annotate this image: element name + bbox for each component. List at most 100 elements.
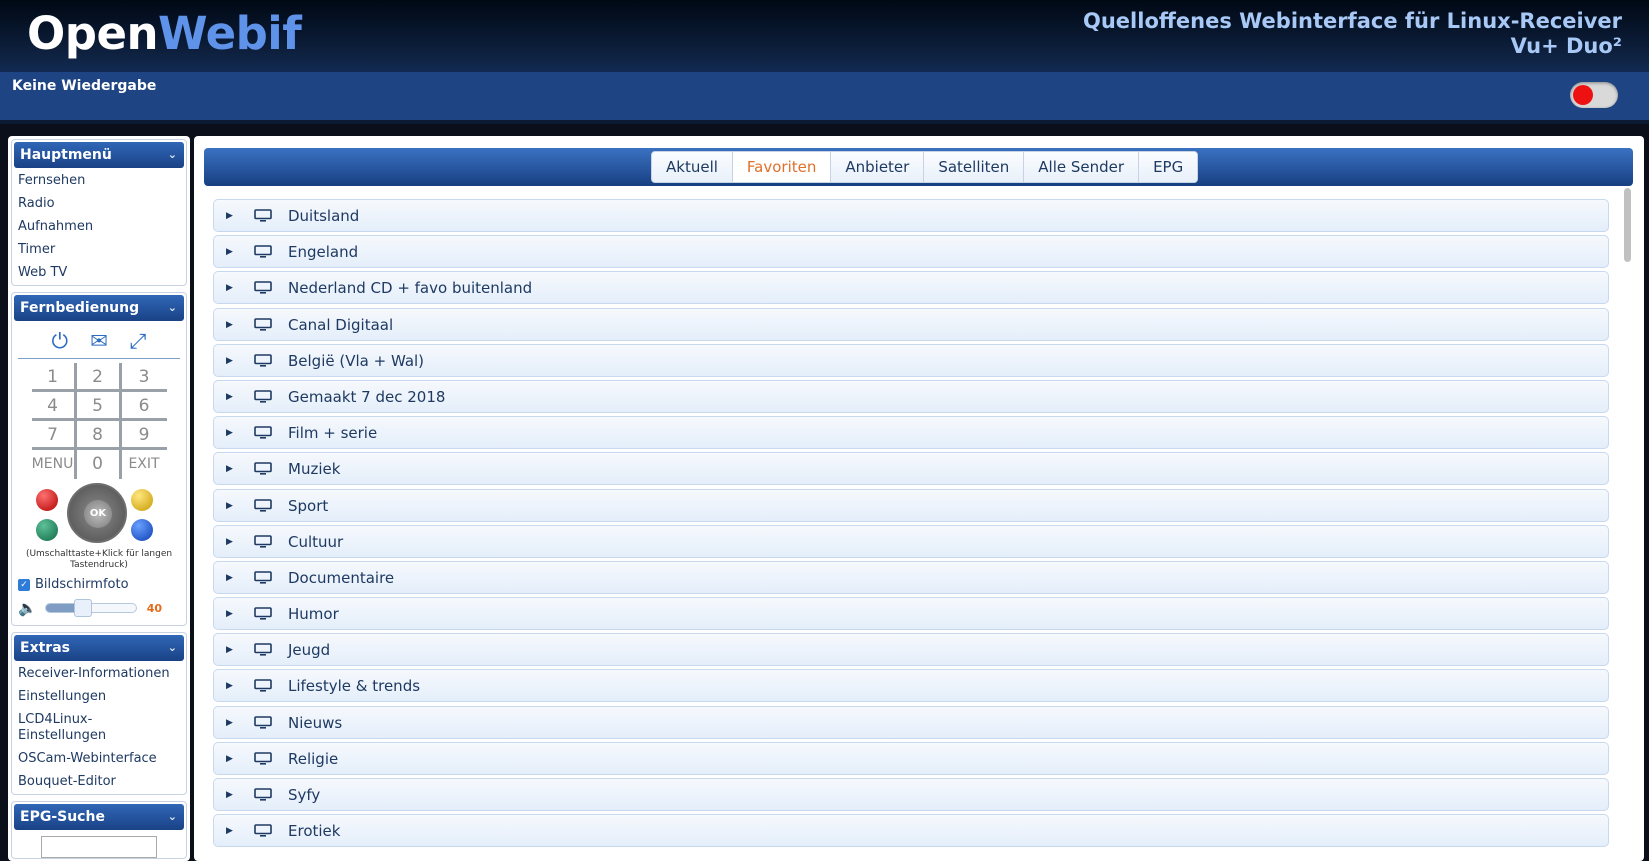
volume-thumb[interactable]: [73, 599, 92, 617]
direction-pad[interactable]: OK: [67, 483, 127, 543]
bouquet-row[interactable]: ▶ Gemaakt 7 dec 2018: [213, 379, 1609, 414]
expand-arrow-icon[interactable]: ▶: [226, 743, 233, 776]
power-toggle[interactable]: [1570, 82, 1618, 108]
expand-arrow-icon[interactable]: ▶: [226, 345, 233, 378]
key-8[interactable]: 8: [76, 421, 122, 450]
openwebif-logo[interactable]: OpenWebif: [27, 6, 302, 62]
key-1[interactable]: 1: [31, 363, 77, 392]
blue-button[interactable]: [131, 519, 153, 541]
bouquet-row[interactable]: ▶ Nederland CD + favo buitenland: [213, 271, 1609, 305]
volume-slider[interactable]: [44, 599, 137, 617]
key-menu[interactable]: MENU: [32, 450, 77, 479]
expand-arrow-icon[interactable]: ▶: [226, 779, 233, 812]
extras-item-lcd4linux[interactable]: LCD4Linux-Einstellungen: [12, 709, 186, 748]
bouquet-row[interactable]: ▶ Syfy: [213, 778, 1609, 811]
tv-icon: [254, 317, 272, 331]
ok-button[interactable]: OK: [84, 500, 112, 528]
expand-arrow-icon[interactable]: ▶: [226, 309, 233, 342]
expand-arrow-icon[interactable]: ▶: [226, 272, 233, 305]
tab-anbieter[interactable]: Anbieter: [831, 152, 925, 182]
epg-search-input[interactable]: [41, 836, 157, 858]
expand-arrow-icon[interactable]: ▶: [226, 526, 233, 559]
menu-item-tv[interactable]: Fernsehen: [12, 170, 186, 193]
power-icon[interactable]: ⏻: [51, 329, 68, 354]
expand-arrow-icon[interactable]: ▶: [226, 707, 233, 740]
expand-arrow-icon[interactable]: ▶: [226, 815, 233, 848]
expand-arrow-icon[interactable]: ▶: [226, 562, 233, 595]
tab-alle-sender[interactable]: Alle Sender: [1024, 152, 1140, 182]
key-6[interactable]: 6: [121, 392, 167, 421]
menu-item-recordings[interactable]: Aufnahmen: [12, 216, 186, 239]
extras-header[interactable]: Extras ⌄: [14, 635, 184, 661]
bouquet-row[interactable]: ▶ Nieuws: [213, 705, 1609, 740]
expand-arrow-icon[interactable]: ▶: [226, 200, 233, 233]
volume-value: 40: [146, 601, 162, 615]
screenshot-option[interactable]: ✓ Bildschirmfoto: [12, 571, 186, 595]
expand-arrow-icon[interactable]: ▶: [226, 634, 233, 667]
bouquet-row[interactable]: ▶ Documentaire: [213, 560, 1609, 595]
tab-favoriten[interactable]: Favoriten: [732, 152, 832, 182]
bouquet-label: Religie: [288, 749, 339, 768]
red-button[interactable]: [36, 489, 58, 511]
scrollbar[interactable]: [1621, 188, 1633, 851]
bouquet-row[interactable]: ▶ Cultuur: [213, 524, 1609, 559]
expand-arrow-icon[interactable]: ▶: [226, 236, 233, 269]
key-9[interactable]: 9: [121, 421, 167, 450]
bouquet-row[interactable]: ▶ Humor: [213, 597, 1609, 631]
bouquet-row[interactable]: ▶ Canal Digitaal: [213, 307, 1609, 342]
key-0[interactable]: 0: [77, 450, 122, 479]
bouquet-label: Engeland: [288, 243, 359, 262]
key-2[interactable]: 2: [76, 363, 122, 392]
message-icon[interactable]: ✉: [90, 329, 108, 354]
bouquet-row[interactable]: ▶ Sport: [213, 488, 1609, 523]
expand-arrow-icon[interactable]: ▶: [226, 417, 233, 450]
tv-icon: [254, 281, 272, 294]
epg-search-header[interactable]: EPG-Suche ⌄: [14, 804, 184, 830]
bouquet-row[interactable]: ▶ Duitsland: [213, 199, 1609, 232]
bouquet-row[interactable]: ▶ Lifestyle & trends: [213, 669, 1609, 703]
key-3[interactable]: 3: [121, 363, 167, 392]
expand-arrow-icon[interactable]: ▶: [226, 490, 233, 523]
bouquet-row[interactable]: ▶ Engeland: [213, 235, 1609, 269]
tv-icon: [254, 607, 272, 620]
bouquet-row[interactable]: ▶ Muziek: [213, 452, 1609, 486]
key-7[interactable]: 7: [31, 421, 77, 450]
key-5[interactable]: 5: [76, 392, 122, 421]
bouquet-row[interactable]: ▶ Film + serie: [213, 416, 1609, 450]
menu-item-webtv[interactable]: Web TV: [12, 262, 186, 285]
extras-item-bouquet-editor[interactable]: Bouquet-Editor: [12, 771, 186, 794]
tv-icon: [254, 353, 272, 367]
green-button[interactable]: [36, 519, 58, 541]
speaker-icon[interactable]: 🔈: [18, 599, 37, 617]
bouquet-row[interactable]: ▶ Jeugd: [213, 633, 1609, 667]
scrollbar-thumb[interactable]: [1624, 188, 1631, 262]
expand-arrow-icon[interactable]: ▶: [226, 598, 233, 631]
remote-header[interactable]: Fernbedienung ⌄: [14, 295, 184, 321]
expand-arrow-icon[interactable]: ▶: [226, 381, 233, 414]
tv-icon: [254, 788, 272, 801]
menu-item-timer[interactable]: Timer: [12, 239, 186, 262]
main-menu-header[interactable]: Hauptmenü ⌄: [14, 142, 184, 168]
bouquet-row[interactable]: ▶ Religie: [213, 741, 1609, 776]
tab-epg[interactable]: EPG: [1139, 152, 1198, 182]
yellow-button[interactable]: [131, 489, 153, 511]
menu-item-radio[interactable]: Radio: [12, 193, 186, 216]
expand-icon[interactable]: ⤢: [130, 329, 147, 354]
bouquet-row[interactable]: ▶ België (Vla + Wal): [213, 343, 1609, 378]
tab-satelliten[interactable]: Satelliten: [924, 152, 1025, 182]
extras-item-settings[interactable]: Einstellungen: [12, 686, 186, 709]
bouquet-list: ▶ Duitsland ▶ Engeland ▶ Nederland CD + favo …: [213, 199, 1609, 849]
bouquet-row[interactable]: ▶ Erotiek: [213, 814, 1609, 848]
expand-arrow-icon[interactable]: ▶: [226, 670, 233, 703]
tab-aktuell[interactable]: Aktuell: [652, 152, 733, 182]
extras-item-receiver-info[interactable]: Receiver-Informationen: [12, 663, 186, 686]
key-4[interactable]: 4: [31, 392, 77, 421]
screenshot-checkbox[interactable]: ✓: [18, 578, 30, 591]
tagline-text: Quelloffenes Webinterface für Linux-Rece…: [1083, 9, 1622, 33]
extras-item-oscam[interactable]: OSCam-Webinterface: [12, 748, 186, 771]
receiver-model: Vu+ Duo²: [1510, 34, 1622, 58]
bouquet-label: Duitsland: [288, 207, 360, 225]
bouquet-label: Erotiek: [288, 822, 341, 841]
key-exit[interactable]: EXIT: [122, 450, 167, 479]
expand-arrow-icon[interactable]: ▶: [226, 453, 233, 486]
